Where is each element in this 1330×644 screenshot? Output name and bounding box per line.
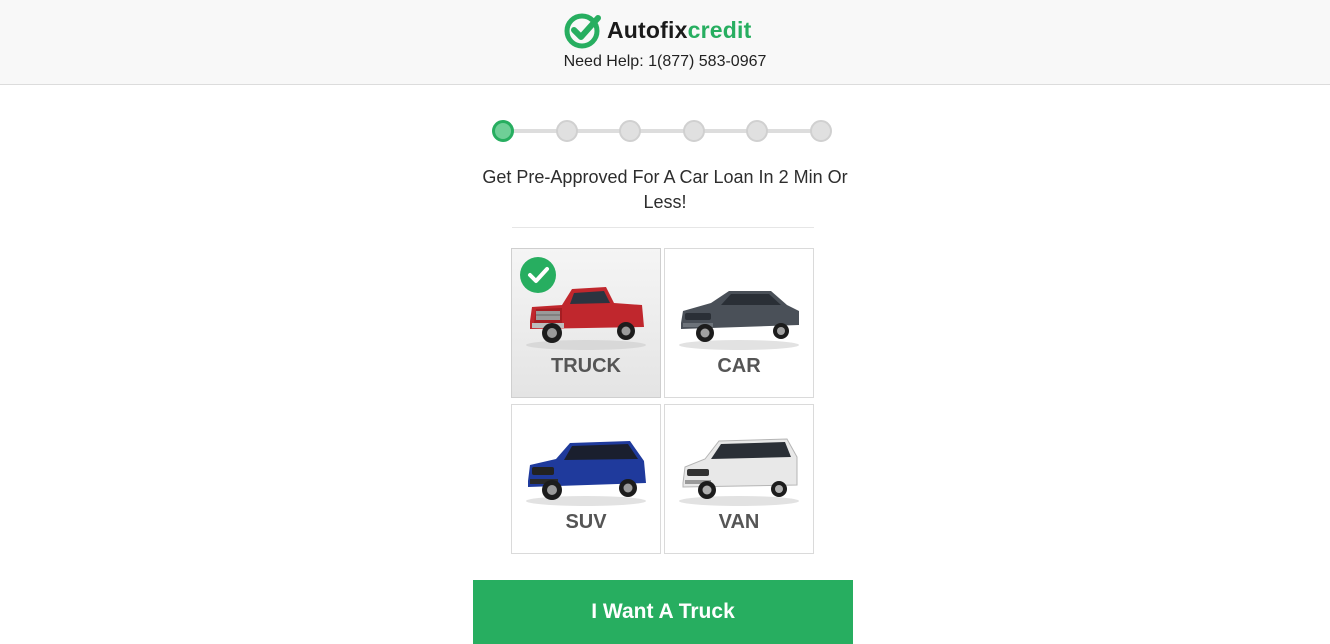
continue-button[interactable]: I Want A Truck bbox=[473, 580, 853, 644]
headline-divider bbox=[512, 227, 814, 228]
vehicle-option-label: VAN bbox=[718, 511, 760, 533]
progress-step-1 bbox=[492, 120, 514, 142]
check-circle-logo-icon bbox=[563, 10, 603, 50]
step-progress bbox=[492, 119, 834, 143]
progress-step-6 bbox=[810, 120, 832, 142]
van-icon bbox=[679, 438, 799, 506]
sedan-icon bbox=[679, 291, 799, 350]
progress-step-5 bbox=[746, 120, 768, 142]
suv-icon bbox=[526, 441, 646, 506]
progress-step-3 bbox=[619, 120, 641, 142]
vehicle-option-van[interactable]: VAN bbox=[664, 404, 814, 554]
brand-name-part1: Autofix bbox=[607, 16, 688, 43]
site-header: Autofixcredit Need Help: 1(877) 583-0967 bbox=[0, 0, 1330, 85]
brand-name: Autofixcredit bbox=[607, 17, 751, 44]
vehicle-option-label: SUV bbox=[565, 511, 607, 533]
vehicle-option-label: TRUCK bbox=[551, 355, 621, 377]
page-headline: Get Pre-Approved For A Car Loan In 2 Min… bbox=[482, 167, 848, 212]
vehicle-option-label: CAR bbox=[717, 355, 761, 377]
brand-logo[interactable]: Autofixcredit bbox=[563, 10, 751, 50]
truck-icon bbox=[526, 287, 646, 350]
brand-name-part2: credit bbox=[687, 16, 752, 43]
vehicle-option-suv[interactable]: SUV bbox=[511, 404, 661, 554]
progress-track bbox=[504, 129, 822, 133]
progress-step-2 bbox=[556, 120, 578, 142]
vehicle-option-truck[interactable]: TRUCK bbox=[511, 248, 661, 398]
help-phone-text: Need Help: 1(877) 583-0967 bbox=[563, 53, 767, 70]
vehicle-option-car[interactable]: CAR bbox=[664, 248, 814, 398]
progress-step-4 bbox=[683, 120, 705, 142]
